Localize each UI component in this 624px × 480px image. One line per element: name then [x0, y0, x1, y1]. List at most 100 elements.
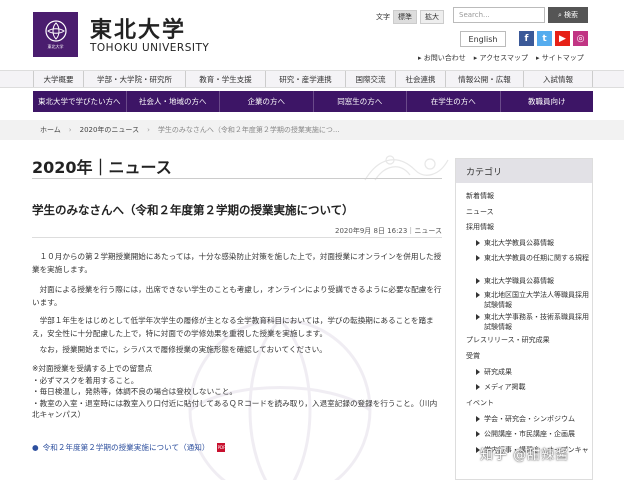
category-sidebar: カテゴリ 新着情報ニュース採用情報東北大学教員公募情報東北大学教員の任期に関する… — [455, 158, 593, 480]
nav-item-about[interactable]: 大学概要 — [33, 71, 83, 87]
notes-heading: ※対面授業を受講する上での留意点 — [32, 364, 153, 373]
youtube-icon[interactable]: ▶ — [555, 31, 570, 46]
search-input[interactable]: Search... — [453, 7, 545, 23]
arrow-right-icon — [476, 314, 480, 321]
audience-staff[interactable]: 教職員向け — [499, 91, 594, 112]
sitemap-link[interactable]: ▸ サイトマップ — [536, 53, 584, 63]
breadcrumb-separator: › — [147, 126, 150, 134]
nav-item-education[interactable]: 教育・学生支援 — [185, 71, 265, 87]
instagram-icon[interactable]: ◎ — [573, 31, 588, 46]
pdf-link-text: 令和２年度第２学期の授業実施について（通知） — [42, 443, 210, 452]
nav-item-disclosure[interactable]: 情報公開・広報 — [445, 71, 523, 87]
audience-prospective[interactable]: 東北大学で学びたい方へ — [33, 91, 126, 112]
article-paragraph: 対面による授業を行う際には，出席できない学生のことも考慮し，オンラインにより受講… — [32, 285, 442, 307]
sidebar-item-label: 東北大学教員公募情報 — [484, 238, 554, 247]
sidebar-item-label: イベント — [466, 399, 494, 408]
university-name-jp[interactable]: 東北大学 — [90, 12, 186, 44]
sidebar-title: カテゴリ — [456, 159, 592, 183]
link-bullet-icon: ● — [32, 443, 39, 452]
arrow-right-icon — [476, 368, 480, 375]
sidebar-item-label: プレスリリース・研究成果 — [466, 336, 550, 345]
social-links: f t ▶ ◎ — [519, 31, 588, 46]
contact-link[interactable]: ▸ お問い合わせ — [418, 53, 466, 63]
arrow-right-icon — [476, 239, 480, 246]
source-watermark: 知乎 @甜辣酱 — [480, 448, 570, 463]
sidebar-subitem[interactable]: 東北大学事務系・技術系職員採用試験情報 — [466, 310, 592, 332]
english-button[interactable]: English — [460, 31, 506, 47]
sidebar-item-label: 研究成果 — [484, 367, 512, 376]
sidebar-subitem[interactable]: 東北大学教員の任期に関する規程 — [466, 251, 592, 273]
sidebar-item[interactable]: イベント — [466, 395, 592, 411]
university-name-en[interactable]: TOHOKU UNIVERSITY — [90, 42, 209, 54]
arrow-right-icon — [476, 292, 480, 299]
page-title: 2020年｜ニュース — [32, 158, 172, 177]
sidebar-item-label: 東北大学職員公募情報 — [484, 276, 554, 285]
breadcrumb-separator: › — [68, 126, 72, 134]
pdf-icon: PDF — [217, 443, 226, 452]
audience-alumni[interactable]: 同窓生の方へ — [312, 91, 407, 112]
article-title: 学生のみなさんへ（令和２年度第２学期の授業実施について） — [32, 203, 354, 217]
arrow-right-icon — [476, 384, 480, 391]
font-size-standard-button[interactable]: 標準 — [393, 10, 417, 24]
sidebar-item[interactable]: 受賞 — [466, 348, 592, 364]
logo-caption: 東北大学 — [47, 44, 64, 49]
search-button[interactable]: ⌕ 検索 — [548, 7, 588, 23]
sidebar-item-label: 東北大学事務系・技術系職員採用試験情報 — [484, 313, 589, 332]
sidebar-subitem[interactable]: 東北大学教員公募情報 — [466, 235, 592, 251]
search-button-label: 検索 — [563, 11, 578, 19]
facebook-icon[interactable]: f — [519, 31, 534, 46]
search-icon: ⌕ — [558, 10, 562, 19]
notes-item: ・毎日検温し，発熱等，体調不良の場合は登校しないこと。 — [32, 387, 238, 397]
notes-item: ・必ずマスクを着用すること。 — [32, 375, 139, 385]
sidebar-item-label: 東北地区国立大学法人等職員採用試験情報 — [484, 291, 589, 310]
article-date: 2020年9月 8日 16:23｜ニュース — [335, 227, 442, 235]
arrow-right-icon — [476, 254, 480, 261]
sidebar-item-label: 新着情報 — [466, 191, 494, 200]
audience-nav: 東北大学で学びたい方へ 社会人・地域の方へ 企業の方へ 同窓生の方へ 在学生の方… — [33, 91, 593, 112]
notes-item: ・教室の入室・退室時には教室入り口付近に貼付してあるＱＲコードを読み取り，入退室… — [32, 398, 438, 420]
nav-item-faculties[interactable]: 学部・大学院・研究所 — [83, 71, 185, 87]
arrow-right-icon — [476, 431, 480, 438]
sidebar-item-label: 受賞 — [466, 351, 480, 360]
audience-companies[interactable]: 企業の方へ — [219, 91, 313, 112]
article-paragraph: １０月からの第２学期授業開始にあたっては，十分な感染防止対策を施した上で，対面授… — [32, 252, 442, 274]
sidebar-subitem[interactable]: 学会・研究会・シンポジウム — [466, 411, 592, 427]
access-map-link[interactable]: ▸ アクセスマップ — [474, 53, 528, 63]
utility-links: ▸ お問い合わせ ▸ アクセスマップ ▸ サイトマップ — [418, 53, 584, 63]
breadcrumb-news[interactable]: 2020年のニュース — [80, 125, 139, 135]
breadcrumb: ホーム › 2020年のニュース › 学生のみなさんへ（令和２年度第２学期の授業… — [0, 120, 624, 140]
sidebar-item-label: 東北大学教員の任期に関する規程 — [484, 253, 589, 262]
sidebar-item-label: 採用情報 — [466, 223, 494, 232]
font-size-large-button[interactable]: 拡大 — [420, 10, 444, 24]
breadcrumb-home[interactable]: ホーム — [40, 125, 61, 135]
sidebar-item[interactable]: ニュース — [466, 204, 592, 220]
pdf-download-link[interactable]: ● 令和２年度第２学期の授業実施について（通知） PDF — [32, 442, 226, 453]
site-header: 東北大学 東北大学 TOHOKU UNIVERSITY 文字 標準 拡大 Sea… — [0, 0, 624, 68]
sidebar-item[interactable]: 採用情報 — [466, 219, 592, 235]
arrow-right-icon — [476, 415, 480, 422]
primary-nav: 大学概要 学部・大学院・研究所 教育・学生支援 研究・産学連携 国際交流 社会連… — [0, 70, 624, 88]
notes-list: ※対面授業を受講する上での留意点 ・必ずマスクを着用すること。 ・毎日検温し，発… — [32, 363, 442, 421]
nav-item-international[interactable]: 国際交流 — [345, 71, 395, 87]
university-logo[interactable]: 東北大学 — [33, 12, 78, 57]
sidebar-item[interactable]: 新着情報 — [466, 188, 592, 204]
sidebar-item-label: 公開講座・市民講座・企画展 — [484, 430, 575, 439]
nav-item-admissions[interactable]: 入試情報 — [523, 71, 593, 87]
audience-students[interactable]: 在学生の方へ — [406, 91, 500, 112]
sidebar-item-label: ニュース — [466, 207, 494, 216]
article-paragraph: 学部１年生をはじめとして低学年次学生の履修が主となる全学教育科目においては，学び… — [32, 316, 434, 338]
audience-community[interactable]: 社会人・地域の方へ — [125, 91, 220, 112]
sidebar-subitem[interactable]: メディア掲載 — [466, 380, 592, 396]
article-divider — [32, 237, 442, 238]
sidebar-item-label: 学会・研究会・シンポジウム — [484, 414, 575, 423]
nav-item-research[interactable]: 研究・産学連携 — [265, 71, 345, 87]
sidebar-subitem[interactable]: 研究成果 — [466, 364, 592, 380]
title-divider — [32, 178, 442, 179]
sidebar-subitem[interactable]: 東北地区国立大学法人等職員採用試験情報 — [466, 288, 592, 310]
sidebar-subitem[interactable]: 公開講座・市民講座・企画展 — [466, 427, 592, 443]
nav-item-community[interactable]: 社会連携 — [395, 71, 445, 87]
twitter-icon[interactable]: t — [537, 31, 552, 46]
sidebar-item[interactable]: プレスリリース・研究成果 — [466, 332, 592, 348]
sidebar-subitem[interactable]: 東北大学職員公募情報 — [466, 273, 592, 289]
sidebar-item-label: メディア掲載 — [484, 383, 526, 392]
